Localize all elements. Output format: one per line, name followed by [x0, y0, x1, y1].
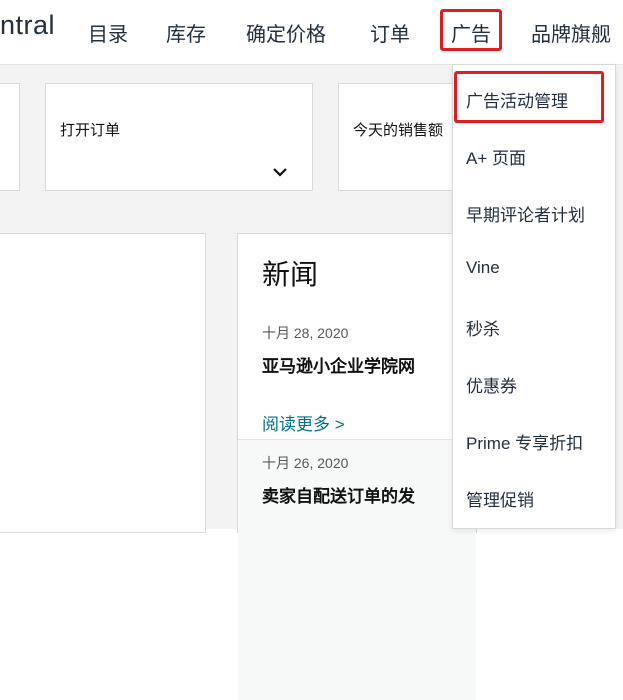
menu-item-vine[interactable]: Vine — [466, 258, 500, 278]
seller-central-logo[interactable]: ntral — [0, 10, 55, 41]
nav-item-inventory[interactable]: 库存 — [166, 18, 206, 47]
nav-item-orders[interactable]: 订单 — [370, 18, 410, 47]
advertising-highlight-box — [440, 9, 502, 51]
news-headline[interactable]: 卖家自配送订单的发 — [262, 482, 415, 507]
top-navigation-bar: ntral 目录 库存 确定价格 订单 广告 品牌旗舰 — [0, 0, 623, 65]
news-date: 十月 26, 2020 — [262, 455, 349, 471]
news-item-background: 十月 26, 2020 卖家自配送订单的发 — [238, 440, 476, 700]
news-title: 新闻 — [262, 259, 319, 290]
menu-item-manage-promotions[interactable]: 管理促销 — [466, 486, 534, 511]
news-date: 十月 28, 2020 — [262, 325, 349, 341]
chevron-down-icon[interactable] — [272, 164, 288, 180]
open-orders-label: 打开订单 — [60, 122, 121, 139]
left-content-card — [0, 233, 206, 533]
news-card: 新闻 十月 28, 2020 亚马逊小企业学院网 阅读更多 > 十月 26, 2… — [237, 233, 477, 700]
menu-item-prime-exclusive-discounts[interactable]: Prime 专享折扣 — [466, 429, 583, 454]
nav-item-brand-store[interactable]: 品牌旗舰 — [531, 18, 611, 47]
menu-item-lightning-deals[interactable]: 秒杀 — [466, 315, 500, 340]
news-headline[interactable]: 亚马逊小企业学院网 — [262, 352, 415, 377]
nav-item-catalog[interactable]: 目录 — [88, 18, 128, 47]
read-more-link[interactable]: 阅读更多 > — [262, 410, 345, 435]
menu-item-coupons[interactable]: 优惠券 — [466, 372, 517, 397]
nav-item-pricing[interactable]: 确定价格 — [246, 18, 326, 47]
partial-widget-card — [0, 83, 20, 191]
todays-sales-label: 今天的销售额 — [353, 122, 444, 139]
open-orders-widget[interactable]: 打开订单 — [45, 83, 313, 191]
menu-item-a-plus-content[interactable]: A+ 页面 — [466, 144, 526, 169]
menu-item-campaign-manager[interactable]: 广告活动管理 — [466, 87, 568, 112]
advertising-dropdown-menu: 广告活动管理 A+ 页面 早期评论者计划 Vine 秒杀 优惠券 Prime 专… — [452, 64, 616, 529]
menu-item-early-reviewer-program[interactable]: 早期评论者计划 — [466, 201, 585, 226]
